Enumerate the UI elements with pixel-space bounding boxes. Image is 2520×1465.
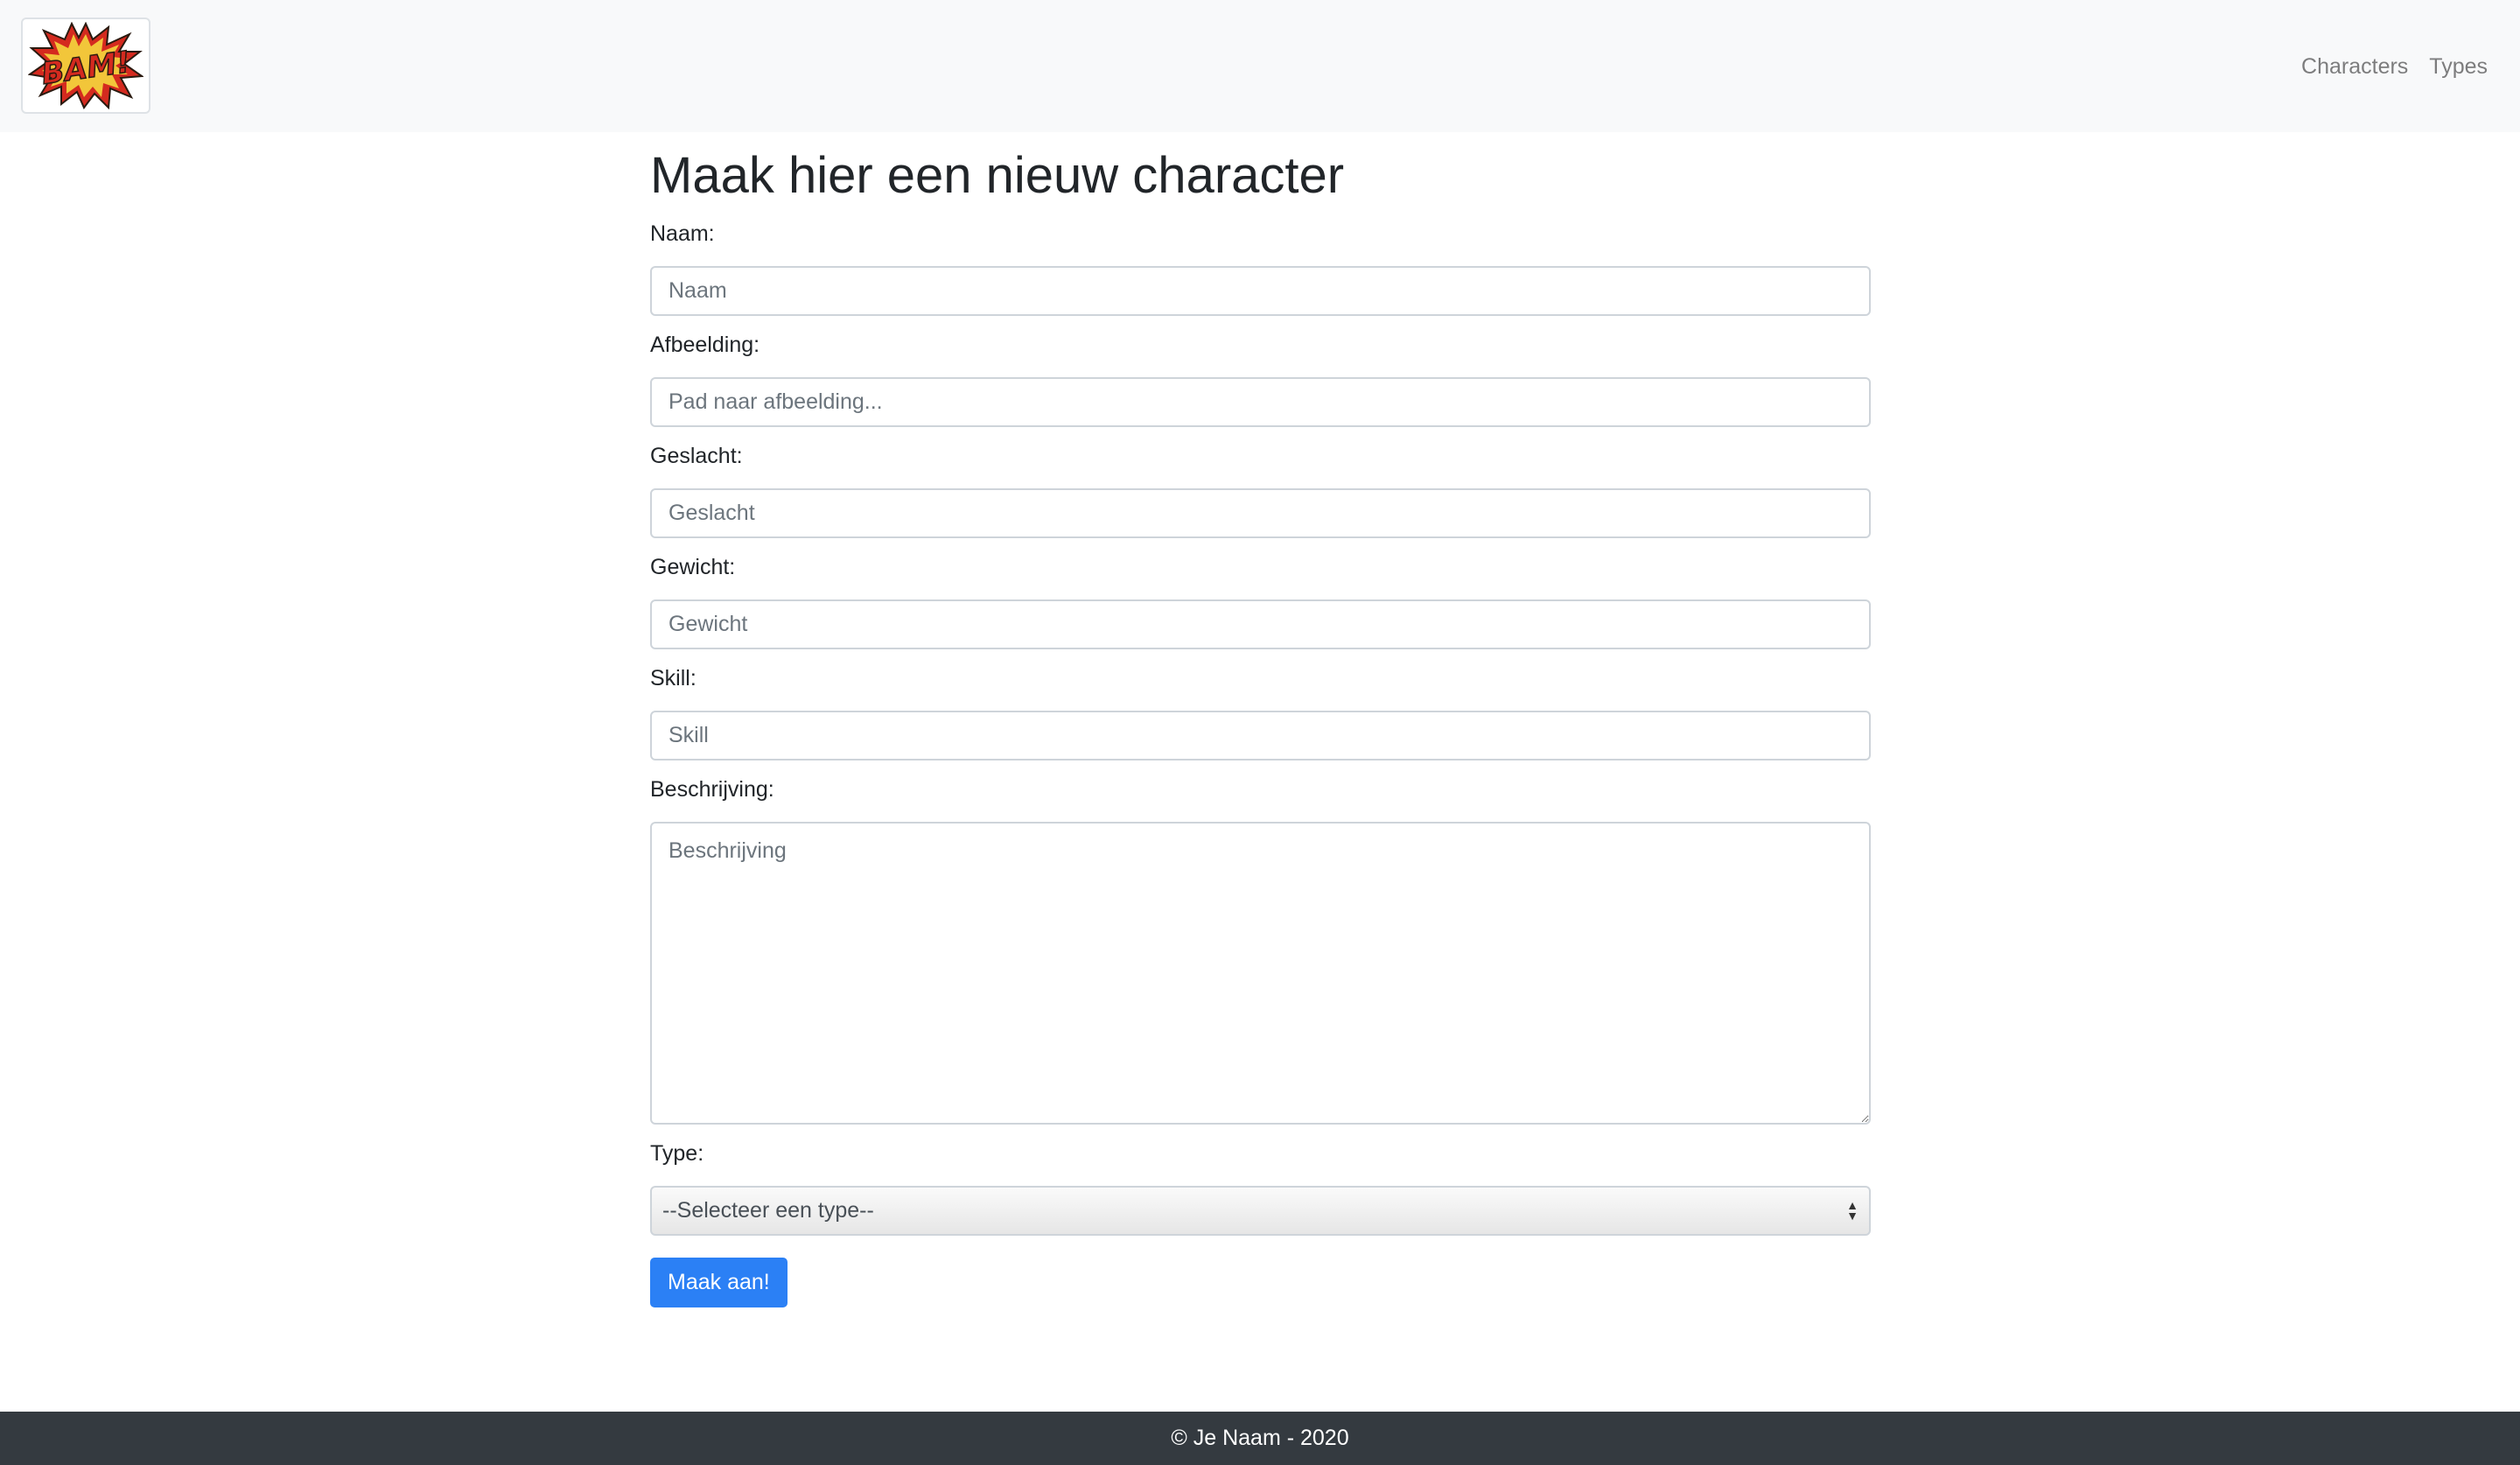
nav-link-types[interactable]: Types — [2429, 49, 2488, 84]
submit-button[interactable]: Maak aan! — [650, 1258, 788, 1307]
gewicht-input[interactable] — [650, 599, 1871, 649]
create-character-form: Naam: Afbeelding: Geslacht: Gewicht: Ski… — [650, 217, 1871, 1307]
type-label: Type: — [650, 1141, 704, 1166]
footer-copyright: © Je Naam - 2020 — [1171, 1426, 1349, 1450]
nav-link-characters[interactable]: Characters — [2301, 49, 2408, 84]
form-group-afbeelding: Afbeelding: — [650, 328, 1871, 427]
main-content: Maak hier een nieuw character Naam: Afbe… — [650, 132, 1871, 1307]
bam-burst-icon: BAM! — [28, 22, 144, 109]
form-group-gewicht: Gewicht: — [650, 550, 1871, 649]
geslacht-input[interactable] — [650, 488, 1871, 538]
form-group-type: Type: --Selecteer een type-- ▲ ▼ — [650, 1137, 1871, 1236]
afbeelding-input[interactable] — [650, 377, 1871, 427]
form-group-naam: Naam: — [650, 217, 1871, 316]
naam-label: Naam: — [650, 221, 715, 246]
skill-label: Skill: — [650, 666, 696, 690]
nav-links: Characters Types — [2301, 49, 2488, 84]
navbar: BAM! Characters Types — [0, 0, 2520, 132]
form-group-geslacht: Geslacht: — [650, 439, 1871, 538]
type-select[interactable]: --Selecteer een type-- ▲ ▼ — [650, 1186, 1871, 1236]
beschrijving-label: Beschrijving: — [650, 777, 774, 802]
naam-input[interactable] — [650, 266, 1871, 316]
form-group-skill: Skill: — [650, 662, 1871, 761]
sort-arrows-icon: ▲ ▼ — [1846, 1198, 1858, 1223]
skill-input[interactable] — [650, 711, 1871, 761]
footer: © Je Naam - 2020 — [0, 1412, 2520, 1465]
form-group-beschrijving: Beschrijving: — [650, 773, 1871, 1125]
type-select-value[interactable]: --Selecteer een type-- — [650, 1186, 1871, 1236]
bam-logo[interactable]: BAM! — [21, 18, 150, 114]
page-title: Maak hier een nieuw character — [650, 147, 1345, 204]
geslacht-label: Geslacht: — [650, 444, 743, 468]
afbeelding-label: Afbeelding: — [650, 333, 760, 357]
gewicht-label: Gewicht: — [650, 555, 736, 579]
beschrijving-textarea[interactable] — [650, 822, 1871, 1125]
